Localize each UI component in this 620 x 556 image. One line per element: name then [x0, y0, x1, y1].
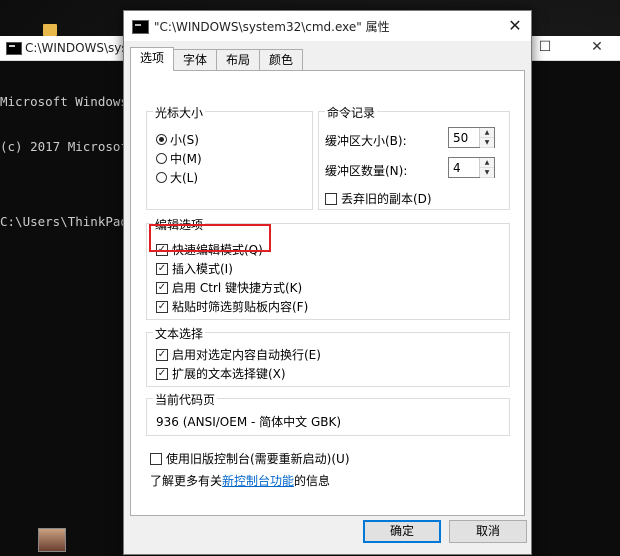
console-line: Microsoft Windows [0, 94, 123, 109]
checkbox[interactable] [325, 192, 337, 205]
buffer-size-value[interactable]: 50 [453, 131, 468, 145]
cursor-size-group: 光标大小 小(S) 中(M) 大(L) [146, 104, 313, 210]
ctrl-shortcuts-checkbox[interactable]: ✓ 启用 Ctrl 键快捷方式(K) [156, 279, 302, 296]
red-highlight-box [149, 224, 271, 252]
learn-more-text: 了解更多有关 新控制台功能 的信息 [150, 472, 330, 489]
checkbox[interactable] [150, 452, 162, 465]
legacy-console-checkbox[interactable]: 使用旧版控制台(需要重新启动)(U) [150, 450, 350, 467]
buffer-count-label: 缓冲区数量(N): [325, 164, 408, 178]
codepage-value: 936 (ANSI/OEM - 简体中文 GBK) [156, 415, 342, 429]
buffer-size-stepper[interactable]: 50 ▲ ▼ [448, 127, 495, 148]
filter-paste-checkbox[interactable]: ✓ 粘贴时筛选剪贴板内容(F) [156, 298, 308, 315]
discard-old-checkbox[interactable]: 丢弃旧的副本(D) [325, 190, 432, 207]
new-console-features-link[interactable]: 新控制台功能 [222, 472, 294, 489]
spin-down-icon[interactable]: ▼ [480, 138, 494, 148]
spin-up-icon[interactable]: ▲ [480, 128, 494, 138]
text-selection-group: 文本选择 ✓ 启用对选定内容自动换行(E) ✓ 扩展的文本选择键(X) [146, 325, 510, 387]
spin-up-icon[interactable]: ▲ [480, 158, 494, 168]
cursor-medium-radio[interactable]: 中(M) [156, 150, 202, 167]
checkbox[interactable]: ✓ [156, 262, 168, 275]
buffer-count-stepper[interactable]: 4 ▲ ▼ [448, 157, 495, 178]
console-line: (c) 2017 Microsof [0, 139, 123, 154]
console-close-button[interactable]: ✕ [582, 39, 612, 55]
dialog-title: "C:\WINDOWS\system32\cmd.exe" 属性 [154, 20, 390, 34]
group-label: 文本选择 [153, 325, 206, 342]
checkbox-label: 插入模式(I) [172, 262, 233, 276]
cursor-large-radio[interactable]: 大(L) [156, 169, 198, 186]
checkbox[interactable]: ✓ [156, 281, 168, 294]
extended-selection-checkbox[interactable]: ✓ 扩展的文本选择键(X) [156, 365, 286, 382]
checkbox[interactable]: ✓ [156, 367, 168, 380]
group-label: 光标大小 [153, 104, 206, 121]
folder-icon[interactable] [43, 24, 57, 36]
dialog-close-button[interactable]: ✕ [501, 15, 529, 37]
checkbox[interactable]: ✓ [156, 348, 168, 361]
tab-font[interactable]: 字体 [173, 49, 217, 70]
console-line: C:\Users\ThinkPad [0, 214, 123, 229]
checkbox-label: 扩展的文本选择键(X) [172, 367, 286, 381]
ok-button[interactable]: 确定 [363, 520, 441, 543]
spin-down-icon[interactable]: ▼ [480, 168, 494, 178]
radio-button[interactable] [156, 153, 167, 164]
tab-options[interactable]: 选项 [130, 47, 174, 71]
group-label: 当前代码页 [153, 391, 218, 408]
group-label: 命令记录 [325, 104, 378, 121]
line-wrap-checkbox[interactable]: ✓ 启用对选定内容自动换行(E) [156, 346, 321, 363]
tab-colors[interactable]: 颜色 [259, 49, 303, 70]
checkbox[interactable]: ✓ [156, 300, 168, 313]
cmd-icon [132, 20, 149, 34]
buffer-size-label: 缓冲区大小(B): [325, 134, 407, 148]
checkbox-label: 丢弃旧的副本(D) [341, 192, 432, 206]
learn-more-prefix: 了解更多有关 [150, 474, 223, 488]
command-history-group: 命令记录 缓冲区大小(B): 50 ▲ ▼ 缓冲区数量(N): 4 ▲ ▼ 丢弃旧的… [318, 104, 510, 210]
cursor-small-radio[interactable]: 小(S) [156, 131, 199, 148]
properties-dialog: "C:\WINDOWS\system32\cmd.exe" 属性 ✕ 选项 字体… [123, 10, 532, 555]
tab-layout[interactable]: 布局 [216, 49, 260, 70]
cancel-button[interactable]: 取消 [449, 520, 527, 543]
dialog-titlebar[interactable]: "C:\WINDOWS\system32\cmd.exe" 属性 ✕ [124, 11, 531, 41]
radio-button[interactable] [156, 172, 167, 183]
buffer-count-value[interactable]: 4 [453, 161, 461, 175]
learn-more-suffix: 的信息 [294, 474, 331, 488]
checkbox-label: 粘贴时筛选剪贴板内容(F) [172, 300, 309, 314]
checkbox-label: 启用 Ctrl 键快捷方式(K) [172, 281, 303, 295]
radio-button[interactable] [156, 134, 167, 145]
codepage-group: 当前代码页 936 (ANSI/OEM - 简体中文 GBK) [146, 391, 510, 436]
console-output: Microsoft Windows (c) 2017 Microsof C:\U… [0, 64, 123, 259]
console-maximize-button[interactable]: ☐ [530, 39, 560, 55]
console-title: C:\WINDOWS\syst [25, 41, 123, 55]
options-panel: 光标大小 小(S) 中(M) 大(L) 命令记录 缓冲区大小(B): 50 ▲ ▼… [130, 70, 525, 516]
cmd-icon [6, 42, 22, 55]
radio-label: 小(S) [170, 133, 199, 147]
radio-label: 大(L) [170, 171, 199, 185]
taskbar-thumbnail[interactable] [38, 528, 66, 552]
checkbox-label: 启用对选定内容自动换行(E) [172, 348, 321, 362]
radio-label: 中(M) [170, 152, 202, 166]
checkbox-label: 使用旧版控制台(需要重新启动)(U) [166, 452, 350, 466]
insert-mode-checkbox[interactable]: ✓ 插入模式(I) [156, 260, 233, 277]
